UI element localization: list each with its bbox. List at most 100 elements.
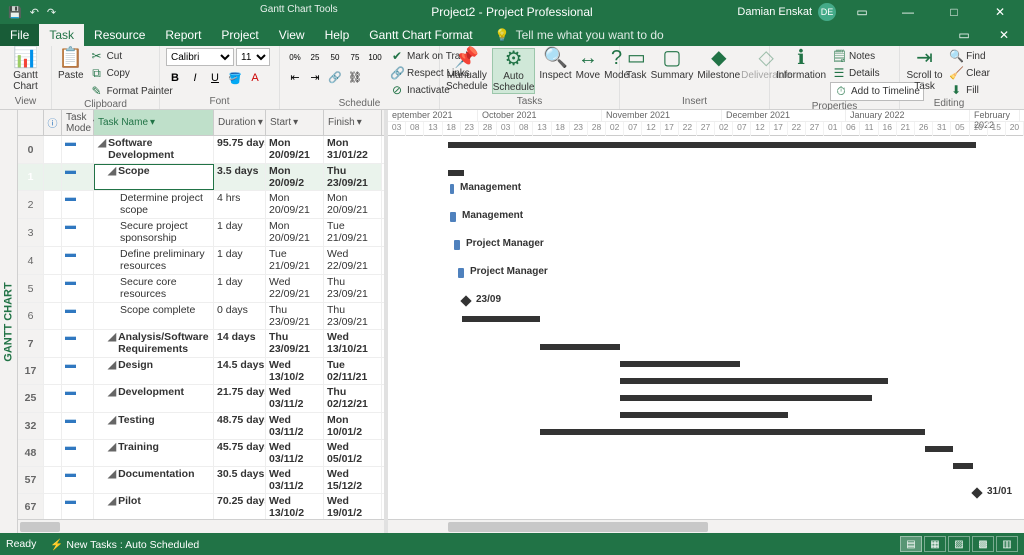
view-gantt-button[interactable]: ▤ [900, 536, 922, 552]
finish-cell[interactable]: Tue 21/09/21 [324, 219, 382, 246]
start-cell[interactable]: Wed 03/11/2 [266, 440, 324, 466]
expand-icon[interactable]: ◢ [108, 414, 116, 426]
finish-cell[interactable]: Thu 23/09/21 [324, 303, 382, 329]
summary-bar[interactable] [540, 344, 620, 350]
expand-icon[interactable]: ◢ [108, 468, 116, 480]
milestone-marker[interactable] [971, 487, 982, 498]
col-task-mode[interactable]: Task Mode▾ [62, 110, 94, 135]
gantt-row[interactable]: Management [388, 181, 1024, 209]
summary-bar[interactable] [448, 170, 464, 176]
start-cell[interactable]: Wed 22/09/21 [266, 275, 324, 302]
scroll-to-task-button[interactable]: ⇥Scroll to Task [906, 48, 943, 92]
summary-bar[interactable] [462, 316, 540, 322]
table-row[interactable]: 25▬◢Development21.75 daysWed 03/11/2Thu … [18, 385, 384, 412]
tab-help[interactable]: Help [315, 24, 360, 46]
start-cell[interactable]: Wed 03/11/2 [266, 385, 324, 411]
milestone-button[interactable]: ◆Milestone [697, 48, 740, 81]
row-id[interactable]: 5 [18, 275, 44, 302]
table-row[interactable]: 1▬◢Scope3.5 daysMon 20/09/2Thu 23/09/21 [18, 164, 384, 191]
start-cell[interactable]: Mon 20/09/2 [266, 164, 324, 190]
tab-resource[interactable]: Resource [84, 24, 155, 46]
row-id[interactable]: 4 [18, 247, 44, 274]
font-size-select[interactable]: 11 [236, 48, 270, 66]
summary-bar[interactable] [620, 412, 788, 418]
paste-button[interactable]: 📋 Paste [58, 48, 84, 81]
duration-cell[interactable]: 4 hrs [214, 191, 266, 218]
save-icon[interactable]: 💾 [8, 6, 22, 19]
row-mode[interactable]: ▬ [62, 494, 94, 519]
row-mode[interactable]: ▬ [62, 440, 94, 466]
view-usage-button[interactable]: ▦ [924, 536, 946, 552]
view-sidebar-tab[interactable]: GANTT CHART [0, 110, 18, 533]
ribbon-minimize-icon[interactable]: ▭ [944, 24, 984, 46]
start-cell[interactable]: Tue 21/09/21 [266, 247, 324, 274]
expand-icon[interactable]: ◢ [108, 331, 116, 343]
task-name-cell[interactable]: ◢Design [94, 358, 214, 384]
row-id[interactable]: 25 [18, 385, 44, 411]
finish-cell[interactable]: Wed 15/12/2 [324, 467, 382, 493]
close-icon[interactable]: ✕ [980, 5, 1020, 19]
gantt-row[interactable] [388, 423, 1024, 440]
row-id[interactable]: 32 [18, 413, 44, 439]
row-mode[interactable]: ▬ [62, 275, 94, 302]
table-row[interactable]: 4▬Define preliminary resources1 dayTue 2… [18, 247, 384, 275]
duration-cell[interactable]: 0 days [214, 303, 266, 329]
gantt-row[interactable]: 31/01 [388, 485, 1024, 513]
window-close-secondary-icon[interactable]: ✕ [984, 24, 1024, 46]
summary-bar[interactable] [620, 378, 888, 384]
row-id[interactable]: 2 [18, 191, 44, 218]
redo-icon[interactable]: ↷ [47, 6, 56, 19]
inspect-button[interactable]: 🔍Inspect [539, 48, 571, 81]
tab-task[interactable]: Task [39, 24, 84, 46]
finish-cell[interactable]: Thu 23/09/21 [324, 275, 382, 302]
row-id[interactable]: 57 [18, 467, 44, 493]
row-id[interactable]: 17 [18, 358, 44, 384]
task-name-cell[interactable]: Define preliminary resources [94, 247, 214, 274]
summary-button[interactable]: ▢Summary [651, 48, 694, 81]
gantt-hscroll[interactable] [388, 519, 1024, 533]
row-mode[interactable]: ▬ [62, 219, 94, 246]
start-cell[interactable]: Mon 20/09/21 [266, 136, 324, 163]
fill-color-button[interactable]: 🪣 [226, 69, 244, 87]
duration-cell[interactable]: 14 days [214, 330, 266, 357]
duration-cell[interactable]: 45.75 days [214, 440, 266, 466]
table-row[interactable]: 5▬Secure core resources1 dayWed 22/09/21… [18, 275, 384, 303]
view-calendar-button[interactable]: ▩ [972, 536, 994, 552]
table-row[interactable]: 2▬Determine project scope4 hrsMon 20/09/… [18, 191, 384, 219]
indent-button[interactable]: ⇥ [306, 68, 324, 86]
task-name-cell[interactable]: Secure core resources [94, 275, 214, 302]
pct50-button[interactable]: 50 [326, 48, 344, 66]
task-name-cell[interactable]: ◢Documentation [94, 467, 214, 493]
start-cell[interactable]: Mon 20/09/21 [266, 191, 324, 218]
tell-me-search[interactable]: 💡 Tell me what you want to do [495, 24, 664, 46]
task-name-cell[interactable]: ◢Analysis/Software Requirements [94, 330, 214, 357]
finish-cell[interactable]: Wed 22/09/21 [324, 247, 382, 274]
row-mode[interactable]: ▬ [62, 136, 94, 163]
maximize-icon[interactable]: □ [934, 5, 974, 19]
link-button[interactable]: 🔗 [326, 68, 344, 86]
expand-icon[interactable]: ◢ [108, 165, 116, 177]
tab-gantt-format[interactable]: Gantt Chart Format [359, 24, 482, 46]
task-name-cell[interactable]: Scope complete [94, 303, 214, 329]
table-row[interactable]: 48▬◢Training45.75 daysWed 03/11/2Wed 05/… [18, 440, 384, 467]
gantt-row[interactable] [388, 338, 1024, 355]
gantt-row[interactable] [388, 406, 1024, 423]
gantt-row[interactable] [388, 310, 1024, 338]
view-network-button[interactable]: ▨ [948, 536, 970, 552]
row-id[interactable]: 67 [18, 494, 44, 519]
expand-icon[interactable]: ◢ [108, 441, 116, 453]
start-cell[interactable]: Mon 20/09/21 [266, 219, 324, 246]
row-id[interactable]: 3 [18, 219, 44, 246]
duration-cell[interactable]: 21.75 days [214, 385, 266, 411]
table-row[interactable]: 17▬◢Design14.5 daysWed 13/10/2Tue 02/11/… [18, 358, 384, 385]
table-row[interactable]: 3▬Secure project sponsorship1 dayMon 20/… [18, 219, 384, 247]
tab-report[interactable]: Report [155, 24, 211, 46]
task-name-cell[interactable]: ◢Pilot [94, 494, 214, 519]
task-name-cell[interactable]: ◢Development [94, 385, 214, 411]
duration-cell[interactable]: 70.25 days [214, 494, 266, 519]
gantt-row[interactable] [388, 355, 1024, 372]
clear-button[interactable]: 🧹Clear [947, 65, 992, 81]
fill-button[interactable]: ⬇Fill [947, 82, 992, 98]
table-row[interactable]: 32▬◢Testing48.75 daysWed 03/11/2Mon 10/0… [18, 413, 384, 440]
font-color-button[interactable]: A [246, 69, 264, 87]
